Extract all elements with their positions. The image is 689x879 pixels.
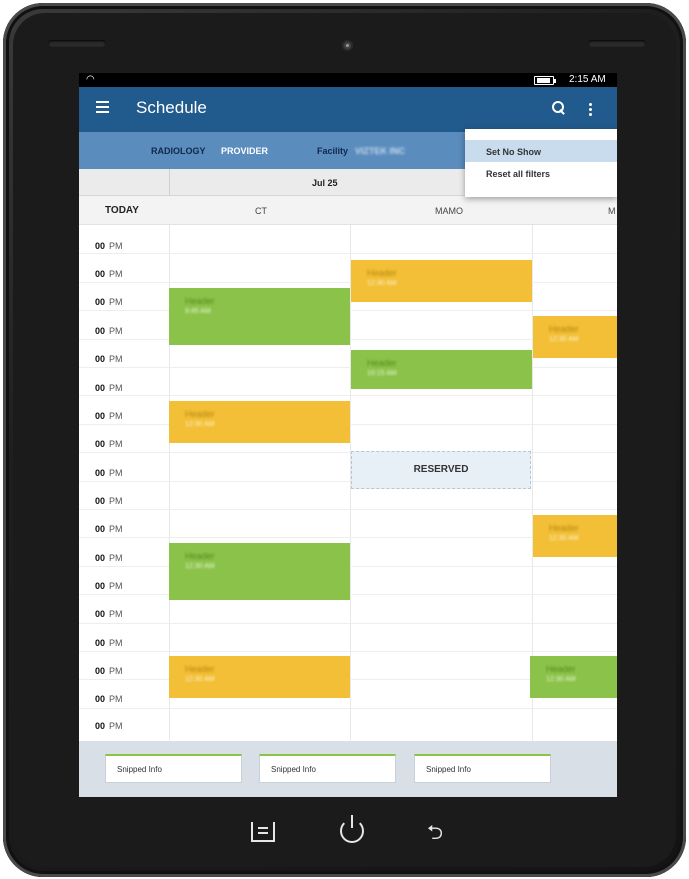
- power-icon[interactable]: [340, 815, 364, 843]
- time-slot: 00 PM: [95, 468, 123, 478]
- search-icon[interactable]: [552, 101, 564, 113]
- today-button[interactable]: TODAY: [105, 205, 139, 216]
- time-slot: 00 PM: [95, 581, 123, 591]
- facility-label: Facility: [317, 146, 349, 156]
- snippet-card[interactable]: Snipped Info: [105, 754, 242, 783]
- filter-modality[interactable]: RADIOLOGY: [151, 146, 206, 156]
- time-slot: 00 PM: [95, 383, 123, 393]
- status-time: 2:15 AM: [569, 74, 606, 85]
- more-vert-icon[interactable]: [589, 103, 593, 117]
- speaker-grille-right: [588, 40, 646, 47]
- time-slot: 00 PM: [95, 524, 123, 534]
- time-slot: 00 PM: [95, 439, 123, 449]
- overflow-menu: Set No Show Reset all filters: [465, 129, 617, 197]
- time-slot: 00 PM: [95, 411, 123, 421]
- column-header-row: TODAY CT MAMO M: [79, 196, 617, 225]
- time-slot: 00 PM: [95, 609, 123, 619]
- appointment-card[interactable]: Header 12:30 AM: [351, 260, 532, 302]
- menu-button-icon[interactable]: [251, 822, 275, 842]
- time-slot: 00 PM: [95, 496, 123, 506]
- snippet-card[interactable]: Snipped Info: [259, 754, 396, 783]
- column-header-ct: CT: [255, 206, 267, 216]
- time-slot: 00 PM: [95, 666, 123, 676]
- appointment-card[interactable]: Header 12:30 AM: [533, 316, 617, 358]
- reserved-slot[interactable]: RESERVED: [351, 451, 531, 489]
- time-slot: 00 PM: [95, 694, 123, 704]
- facility-value[interactable]: VIZTEK INC: [355, 146, 405, 156]
- time-slot: 00 PM: [95, 326, 123, 336]
- camera-icon: [342, 40, 353, 51]
- menu-item-set-no-show[interactable]: Set No Show: [465, 140, 617, 162]
- footer-bar: Snipped Info Snipped Info Snipped Info: [79, 741, 617, 797]
- app-screen: ◠ 2:15 AM Schedule RADIOLOGY PROVIDER Fa…: [79, 73, 617, 797]
- appointment-card[interactable]: Header 12:30 AM: [533, 515, 617, 557]
- app-bar: Schedule: [79, 87, 617, 132]
- time-slot: 00 PM: [95, 354, 123, 364]
- appointment-card[interactable]: Header 9:45 AM: [169, 288, 350, 345]
- time-slot: 00 PM: [95, 553, 123, 563]
- time-slot: 00 PM: [95, 269, 123, 279]
- date-label[interactable]: Jul 25: [312, 178, 338, 188]
- time-slot: 00 PM: [95, 241, 123, 251]
- appointment-card[interactable]: Header 12:30 AM: [530, 656, 617, 698]
- time-slot: 00 PM: [95, 721, 123, 731]
- appointment-card[interactable]: Header 12:30 AM: [169, 401, 350, 443]
- appointment-card[interactable]: Header 12:30 AM: [169, 656, 350, 698]
- schedule-grid: 00 PM 00 PM 00 PM 00 PM 00 PM 00 PM 00 PM 00 PM …: [79, 225, 617, 741]
- hamburger-menu-icon[interactable]: [96, 101, 109, 113]
- battery-icon: [534, 76, 556, 85]
- column-header-m: M: [608, 206, 616, 216]
- appointment-card[interactable]: Header 10:15 AM: [351, 350, 532, 389]
- menu-item-reset-filters[interactable]: Reset all filters: [465, 162, 617, 184]
- filter-provider[interactable]: PROVIDER: [221, 146, 268, 156]
- column-header-mamo: MAMO: [435, 206, 463, 216]
- snippet-card[interactable]: Snipped Info: [414, 754, 551, 783]
- speaker-grille-left: [48, 40, 106, 47]
- page-title: Schedule: [136, 98, 207, 117]
- time-slot: 00 PM: [95, 297, 123, 307]
- back-arrow-icon[interactable]: ⮌: [427, 822, 443, 842]
- time-slot: 00 PM: [95, 638, 123, 648]
- status-bar: ◠ 2:15 AM: [79, 73, 617, 87]
- wifi-icon: ◠: [86, 74, 95, 85]
- appointment-card[interactable]: Header 12:30 AM: [169, 543, 350, 600]
